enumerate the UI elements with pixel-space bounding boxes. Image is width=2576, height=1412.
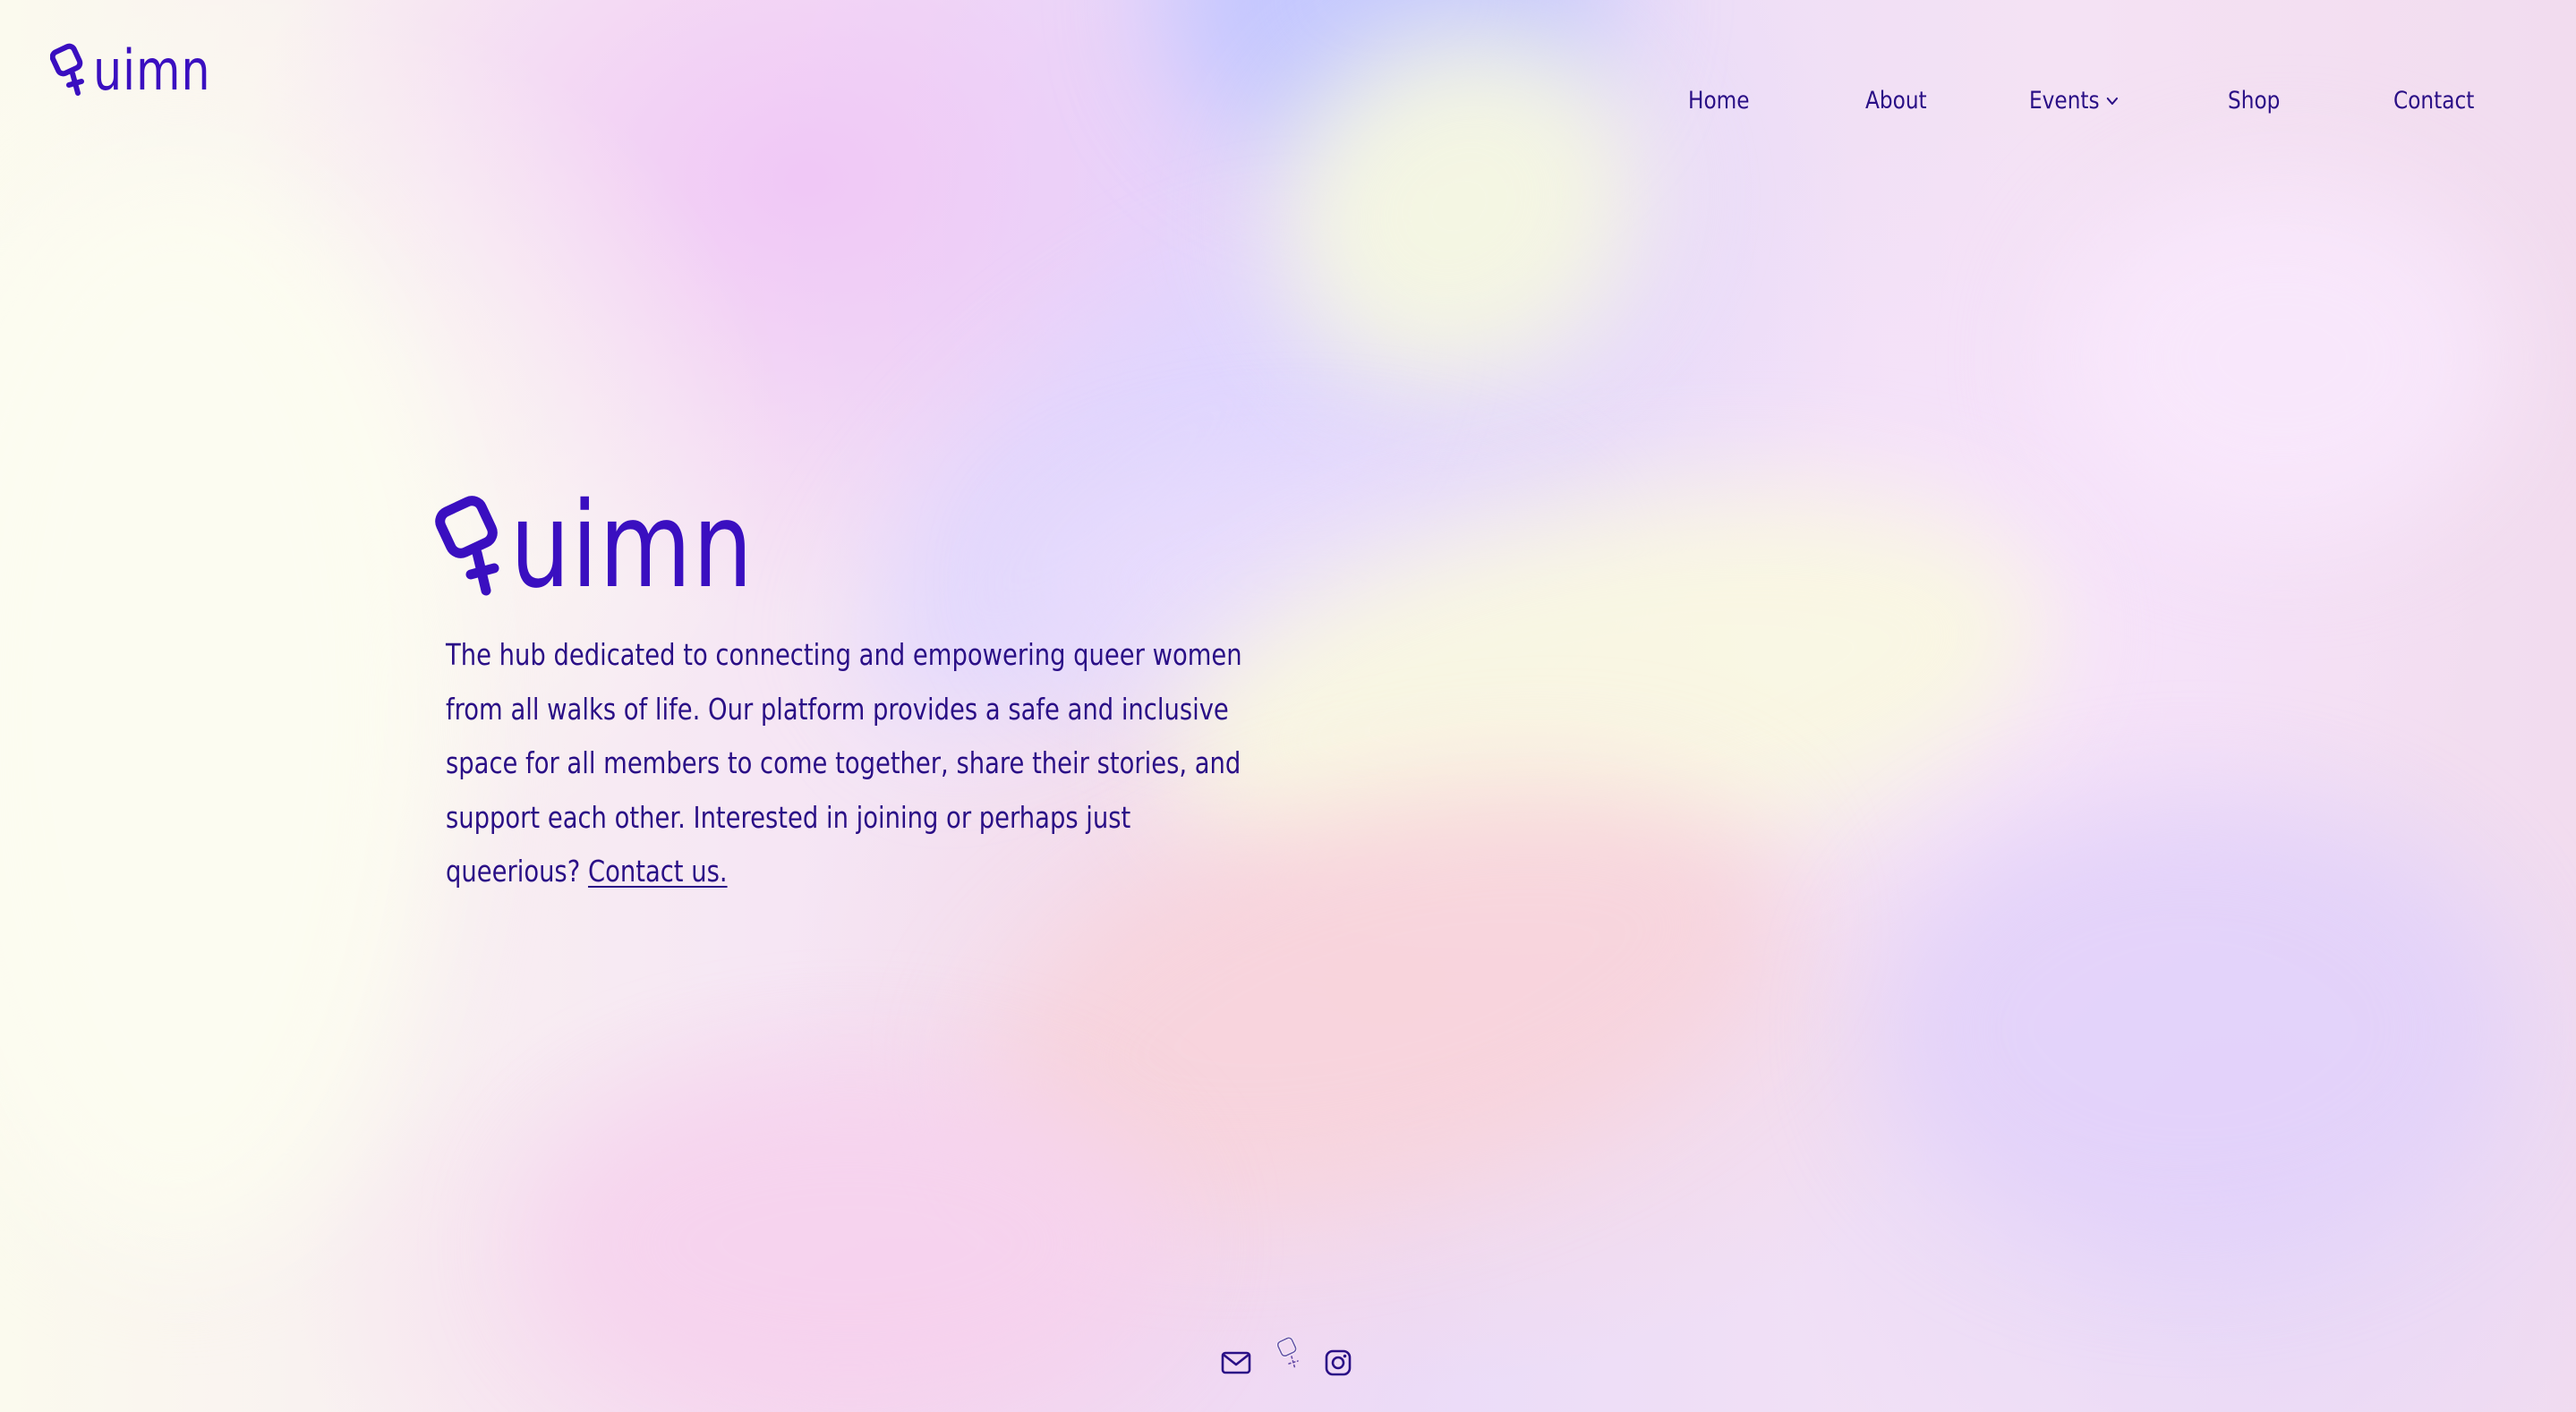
contact-us-link[interactable]: Contact us. bbox=[588, 854, 728, 889]
main-nav: Home About Events Shop Contact bbox=[0, 85, 2576, 121]
hero-title: uimn bbox=[510, 477, 755, 615]
nav-home[interactable]: Home bbox=[1688, 85, 1750, 117]
nav-events-label: Events bbox=[2029, 87, 2100, 115]
background-gradient bbox=[0, 0, 2576, 1412]
footer-social bbox=[0, 1335, 2576, 1385]
chevron-down-icon bbox=[2107, 97, 2119, 106]
mail-icon[interactable] bbox=[1221, 1351, 1251, 1374]
nav-about[interactable]: About bbox=[1865, 85, 1927, 117]
nav-events[interactable]: Events bbox=[2029, 85, 2120, 117]
nav-shop[interactable]: Shop bbox=[2228, 85, 2280, 117]
nav-contact[interactable]: Contact bbox=[2393, 85, 2474, 117]
venus-q-icon bbox=[435, 496, 499, 596]
hero-description: The hub dedicated to connecting and empo… bbox=[446, 628, 1263, 899]
instagram-icon[interactable] bbox=[1325, 1349, 1352, 1376]
hero-logo: uimn bbox=[435, 477, 815, 615]
venus-q-icon[interactable] bbox=[1275, 1335, 1305, 1374]
hero-description-text: The hub dedicated to connecting and empo… bbox=[446, 637, 1242, 889]
